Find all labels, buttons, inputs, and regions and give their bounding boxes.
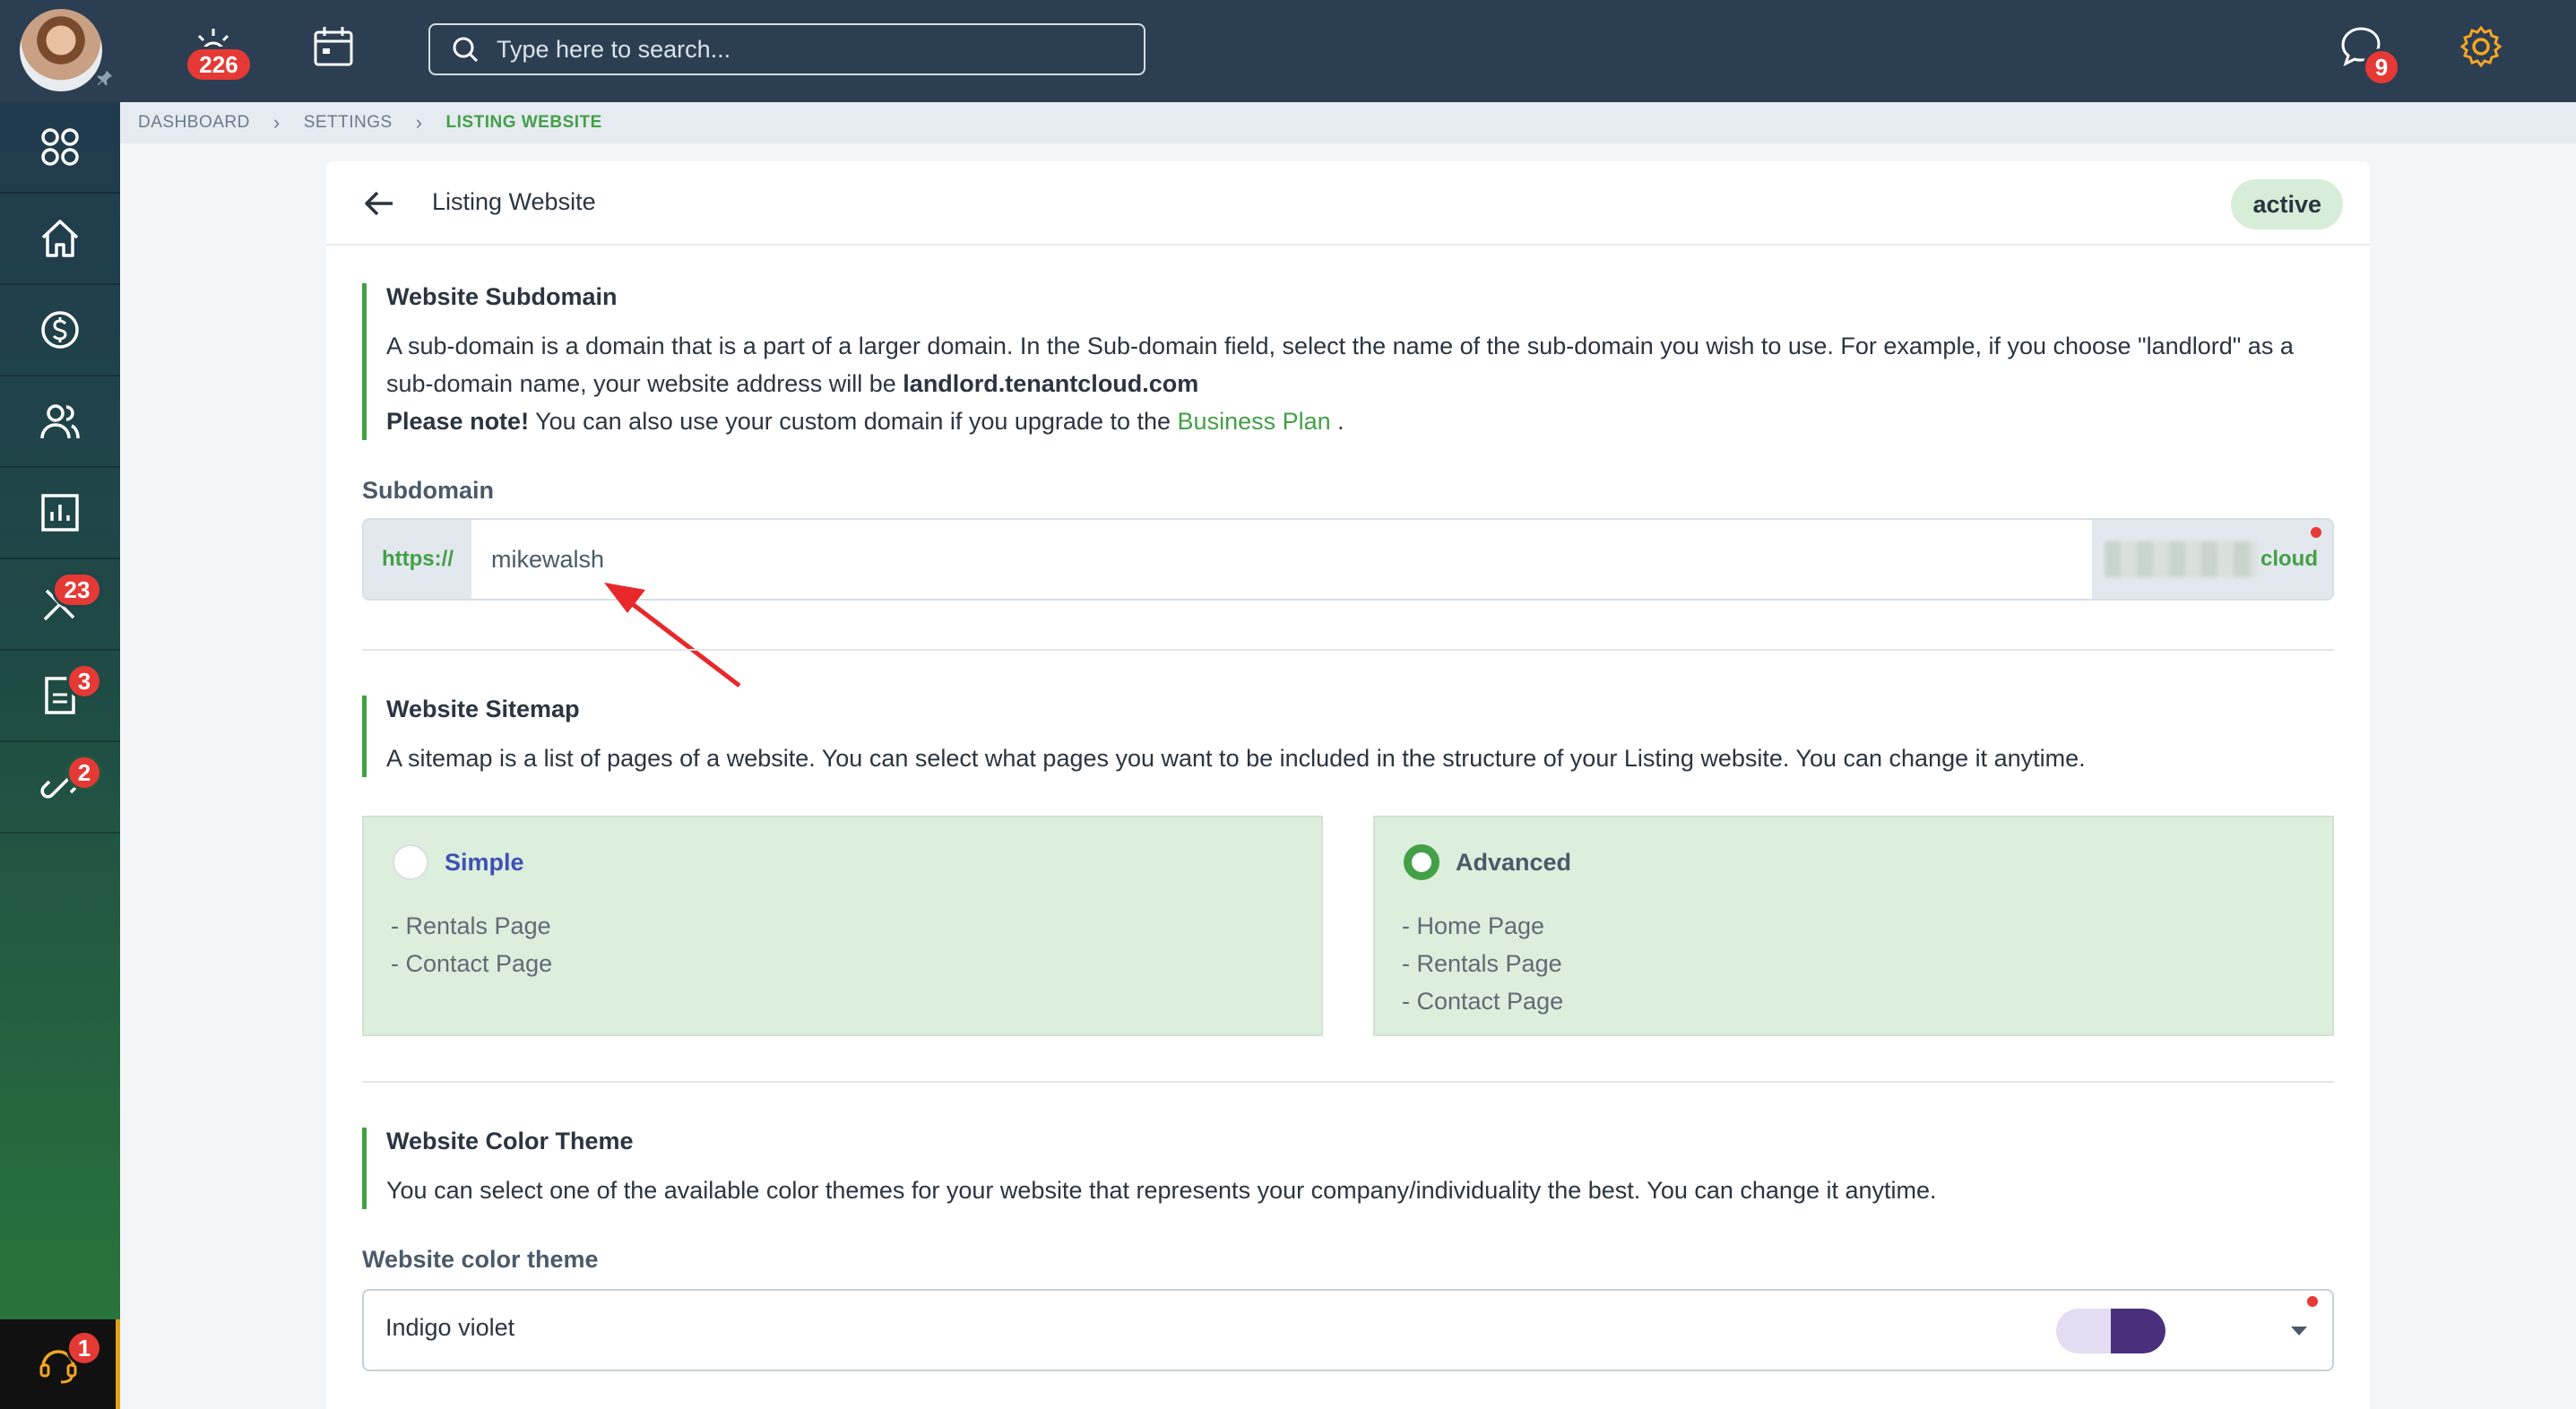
card-header: Listing Website active — [326, 161, 2370, 246]
list-item: - Home Page — [1402, 912, 1545, 939]
sidebar-item-payments[interactable] — [0, 285, 120, 376]
notifications-badge: 226 — [185, 47, 253, 82]
documents-badge: 3 — [66, 663, 102, 699]
support-badge: 1 — [66, 1330, 102, 1366]
sidebar-item-support[interactable] — [0, 1319, 120, 1409]
integrations-badge: 2 — [66, 755, 102, 791]
back-arrow-icon[interactable] — [364, 188, 394, 219]
sitemap-section-title: Website Sitemap — [386, 696, 580, 722]
chevron-right-icon: › — [415, 111, 423, 134]
breadcrumb-current: LISTING WEBSITE — [445, 113, 602, 132]
theme-section: Website Color Theme You can select one o… — [362, 1128, 2334, 1209]
list-item: - Rentals Page — [391, 912, 551, 939]
apps-grid-icon — [41, 128, 79, 166]
theme-swatch — [2056, 1309, 2165, 1353]
divider — [362, 1081, 2334, 1083]
theme-section-title: Website Color Theme — [386, 1128, 634, 1154]
subdomain-note: Please note! You can also use your custo… — [386, 408, 1344, 435]
sitemap-option-simple[interactable]: Simple - Rentals Page - Contact Page — [362, 816, 1323, 1036]
advanced-page-list: - Home Page - Rentals Page - Contact Pag… — [1402, 907, 1563, 1020]
breadcrumb: DASHBOARD › SETTINGS › LISTING WEBSITE — [120, 102, 2576, 143]
subdomain-section-title: Website Subdomain — [386, 283, 618, 310]
search-input[interactable] — [497, 35, 1106, 64]
sidebar-item-integrations[interactable] — [0, 742, 120, 834]
messages-badge: 9 — [2363, 48, 2400, 86]
breadcrumb-dashboard[interactable]: DASHBOARD — [138, 113, 250, 133]
advanced-option-title: Advanced — [1456, 848, 1572, 876]
search-bar[interactable] — [428, 23, 1145, 75]
listing-website-card: Listing Website active Website Subdomain… — [326, 161, 2370, 1409]
bar-chart-icon — [41, 494, 79, 532]
dollar-icon — [41, 311, 79, 349]
required-dot — [2311, 527, 2321, 538]
sitemap-option-advanced[interactable]: Advanced - Home Page - Rentals Page - Co… — [1373, 816, 2334, 1036]
sidebar-item-home[interactable] — [0, 194, 120, 285]
pin-icon — [97, 70, 113, 86]
example-domain: landlord.tenantcloud.com — [903, 370, 1199, 397]
page-title: Listing Website — [432, 188, 596, 215]
home-icon — [41, 220, 79, 257]
list-item: - Contact Page — [391, 950, 553, 977]
sidebar-item-apps[interactable] — [0, 102, 120, 194]
simple-page-list: - Rentals Page - Contact Page — [391, 907, 552, 982]
subdomain-suffix: cloud — [2260, 547, 2318, 571]
sidebar-item-reports[interactable] — [0, 468, 120, 559]
users-icon — [40, 404, 80, 439]
theme-label: Website color theme — [362, 1246, 599, 1273]
blurred-domain — [2105, 541, 2257, 577]
subdomain-prefix: https:// — [382, 547, 454, 571]
annotation-arrow-icon — [604, 583, 741, 687]
chevron-right-icon: › — [272, 111, 281, 134]
sidebar-item-contacts[interactable] — [0, 376, 120, 468]
search-icon — [453, 37, 479, 63]
subdomain-description: A sub-domain is a domain that is a part … — [386, 333, 2294, 397]
divider — [362, 649, 2334, 651]
sidebar: 23 3 2 1 — [0, 102, 120, 1409]
sitemap-description: A sitemap is a list of pages of a websit… — [386, 745, 2086, 772]
theme-description: You can select one of the available colo… — [386, 1177, 1937, 1204]
chevron-down-icon[interactable] — [2291, 1327, 2307, 1336]
top-bar: 226 9 — [0, 0, 2576, 102]
status-badge: active — [2231, 179, 2343, 229]
theme-select[interactable]: Indigo violet — [362, 1289, 2334, 1371]
theme-selected-value: Indigo violet — [385, 1314, 515, 1341]
advanced-radio[interactable] — [1404, 844, 1439, 880]
settings-gear-icon[interactable] — [2458, 23, 2504, 70]
subdomain-label: Subdomain — [362, 477, 494, 504]
list-item: - Contact Page — [1402, 988, 1564, 1015]
required-dot — [2307, 1296, 2318, 1307]
sidebar-item-documents[interactable] — [0, 651, 120, 742]
breadcrumb-settings[interactable]: SETTINGS — [304, 113, 393, 133]
subdomain-suffix-select[interactable]: cloud — [2090, 520, 2332, 599]
business-plan-link[interactable]: Business Plan — [1178, 408, 1331, 435]
calendar-icon[interactable] — [310, 23, 357, 70]
subdomain-section: Website Subdomain A sub-domain is a doma… — [362, 283, 2334, 440]
sitemap-section: Website Sitemap A sitemap is a list of p… — [362, 696, 2334, 777]
maintenance-badge: 23 — [52, 572, 102, 608]
simple-radio[interactable] — [393, 844, 428, 880]
simple-option-title: Simple — [445, 848, 524, 876]
user-avatar[interactable] — [20, 9, 102, 91]
list-item: - Rentals Page — [1402, 950, 1562, 977]
